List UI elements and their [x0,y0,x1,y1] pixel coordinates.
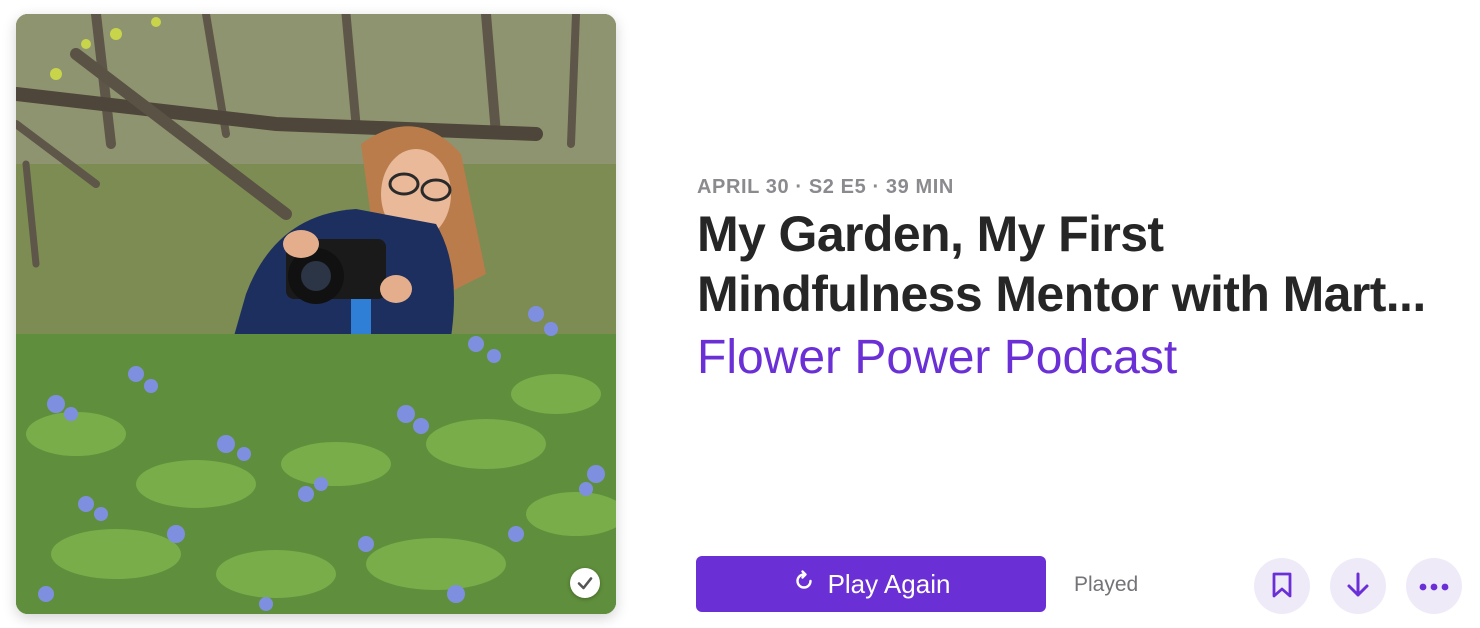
episode-title-line-2: Mindfulness Mentor with Mart... [697,266,1426,322]
episode-title-line-1: My Garden, My First [697,206,1164,262]
replay-icon [792,569,816,600]
episode-meta: APRIL 30 · S2 E5 · 39 MIN [697,176,954,198]
episode-title: My Garden, My First Mindfulness Mentor w… [697,204,1442,324]
bookmark-icon [1271,571,1293,602]
played-status-label: Played [1074,573,1139,596]
episode-header: APRIL 30 · S2 E5 · 39 MIN My Garden, My … [0,0,1480,628]
more-options-button[interactable] [1406,558,1462,614]
episode-artwork [16,14,616,614]
played-checkmark-icon [570,568,600,598]
ellipsis-icon [1419,579,1449,594]
arrow-down-icon [1345,571,1371,602]
artwork-illustration [16,14,616,614]
play-again-label: Play Again [827,568,951,599]
play-again-button[interactable]: Play Again [696,556,1046,612]
bookmark-button[interactable] [1254,558,1310,614]
download-button[interactable] [1330,558,1386,614]
podcast-name-link[interactable]: Flower Power Podcast [697,328,1177,388]
